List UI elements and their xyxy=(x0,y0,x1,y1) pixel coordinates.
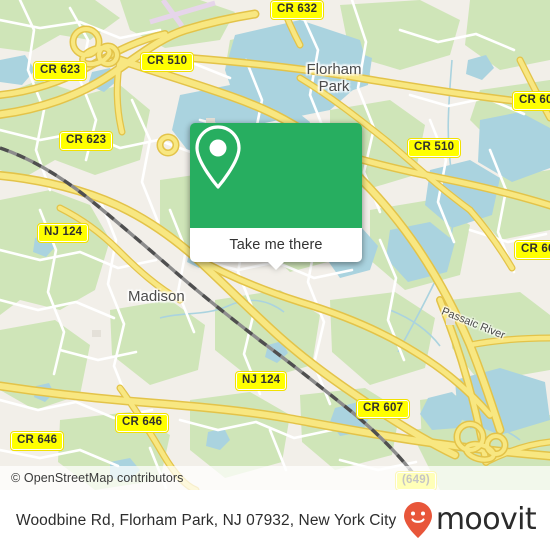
road-shield-cr-510-east[interactable]: CR 510 xyxy=(406,138,462,158)
road-shield-cr-609[interactable]: CR 609 xyxy=(511,91,550,111)
road-shield-cr-607-south[interactable]: CR 607 xyxy=(355,399,411,419)
map-attribution-bar: © OpenStreetMap contributors xyxy=(0,466,550,490)
road-shield-cr-646-east[interactable]: CR 646 xyxy=(114,413,170,433)
popup-header xyxy=(190,123,362,228)
road-shield-cr-646-west[interactable]: CR 646 xyxy=(9,431,65,451)
map-canvas[interactable]: Florham Park Madison Passaic River CR 63… xyxy=(0,0,550,490)
road-shield-cr-632[interactable]: CR 632 xyxy=(269,0,325,20)
map-pin-icon xyxy=(195,125,241,189)
road-shield-cr-623-south[interactable]: CR 623 xyxy=(58,131,114,151)
attribution-text[interactable]: © OpenStreetMap contributors xyxy=(0,471,184,485)
moovit-wordmark: moovit xyxy=(435,502,537,537)
moovit-smiley-pin-icon xyxy=(403,502,432,538)
map-screen: Florham Park Madison Passaic River CR 63… xyxy=(0,0,550,550)
address-text: Woodbine Rd, Florham Park, NJ 07932, New… xyxy=(16,511,397,529)
popup-tail xyxy=(267,261,285,270)
footer-bar: Woodbine Rd, Florham Park, NJ 07932, New… xyxy=(0,490,550,550)
location-popup[interactable]: Take me there xyxy=(190,123,362,270)
road-shield-nj-124-south[interactable]: NJ 124 xyxy=(234,371,288,391)
place-label-madison: Madison xyxy=(128,288,185,305)
road-shield-nj-124-west[interactable]: NJ 124 xyxy=(36,223,90,243)
place-label-florham-park: Florham Park xyxy=(306,61,362,95)
popup-action[interactable]: Take me there xyxy=(190,228,362,270)
moovit-brand[interactable]: moovit xyxy=(403,501,537,539)
take-me-there-label: Take me there xyxy=(229,237,323,253)
road-shield-cr-607-east[interactable]: CR 607 xyxy=(513,240,550,260)
road-shield-cr-623-north[interactable]: CR 623 xyxy=(32,61,88,81)
road-shield-cr-510-north[interactable]: CR 510 xyxy=(139,52,195,72)
